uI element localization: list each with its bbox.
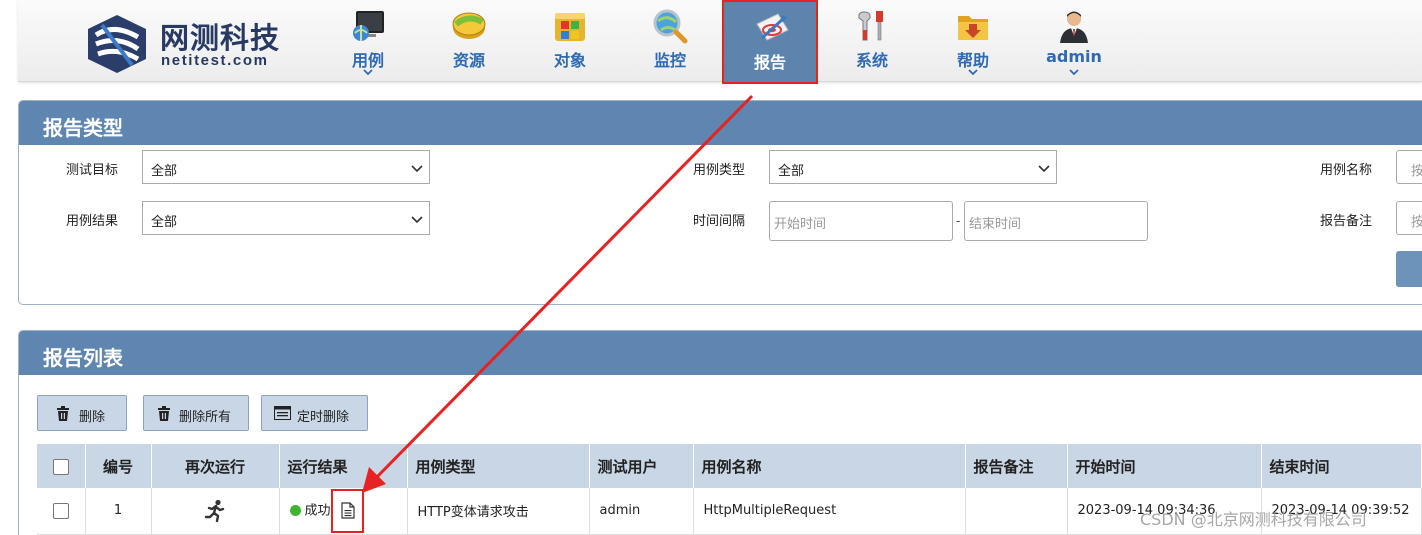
- report-note-placeholder: 按: [1411, 215, 1422, 230]
- chevron-down-icon: [411, 165, 423, 173]
- row-checkbox[interactable]: [52, 502, 69, 519]
- time-range-label: 时间间隔: [693, 214, 746, 229]
- magnifier-globe-icon: [653, 9, 688, 44]
- case-name-cell: HttpMultipleRequest: [693, 488, 966, 535]
- end-time-input[interactable]: 结束时间: [964, 201, 1148, 241]
- column-header[interactable]: 再次运行: [151, 444, 280, 488]
- column-header[interactable]: 测试用户: [589, 444, 694, 488]
- report-list-title: 报告列表: [19, 331, 1422, 375]
- column-header[interactable]: 开始时间: [1067, 444, 1262, 488]
- nav-item-reports[interactable]: 报告: [722, 0, 818, 84]
- delete-all-button[interactable]: 删除所有: [143, 395, 249, 431]
- report-target-icon: [756, 13, 789, 41]
- nav-item-objects[interactable]: 对象: [522, 0, 618, 84]
- scheduled-delete-label: 定时删除: [297, 410, 350, 425]
- select-all-checkbox[interactable]: [52, 458, 69, 475]
- user-cell: admin: [589, 488, 694, 535]
- chevron-down-icon: [968, 69, 978, 76]
- note-cell: [965, 488, 1068, 535]
- brand-logo[interactable]: 网测科技 netitest.com: [84, 13, 284, 75]
- netitest-logo-icon: [88, 15, 146, 73]
- run-result-cell: 成功: [279, 488, 408, 535]
- view-report-button[interactable]: [330, 488, 364, 533]
- nav-label-monitor: 监控: [653, 51, 686, 70]
- chevron-down-icon: [1038, 165, 1050, 173]
- row-select-cell: [37, 488, 86, 535]
- column-header[interactable]: 用例名称: [693, 444, 966, 488]
- help-folder-icon: [958, 16, 988, 40]
- brand-name-en: netitest.com: [161, 52, 269, 69]
- query-button[interactable]: [1396, 251, 1422, 287]
- watermark: CSDN @北京网测科技有限公司: [1140, 510, 1367, 529]
- nav-item-monitor[interactable]: 监控: [622, 0, 718, 84]
- windows-box-icon: [555, 13, 585, 41]
- column-header[interactable]: 运行结果: [279, 444, 408, 488]
- case-type-value: 全部: [778, 164, 805, 179]
- test-target-label: 测试目标: [66, 163, 119, 178]
- case-type-cell: HTTP变体请求攻击: [407, 488, 590, 535]
- monitor-globe-icon: [353, 11, 384, 41]
- top-navigation-bar: 网测科技 netitest.com 用例 资源 对象 监控 报告 系统 帮助 a…: [18, 0, 1422, 84]
- report-list-panel: 报告列表 删除 删除所有 定时删除 编号 再次运行 运行结果 用例类型 测试用户…: [18, 330, 1422, 535]
- trash-icon: [158, 406, 170, 421]
- report-note-label: 报告备注: [1320, 214, 1373, 229]
- chevron-down-icon: [411, 216, 423, 224]
- case-name-label: 用例名称: [1320, 163, 1373, 178]
- success-dot-icon: [289, 505, 301, 517]
- trash-icon: [57, 406, 69, 421]
- case-result-select[interactable]: 全部: [142, 201, 430, 235]
- row-id: 1: [85, 488, 152, 535]
- column-header[interactable]: 编号: [85, 444, 152, 488]
- delete-all-label: 删除所有: [179, 410, 232, 425]
- chevron-down-icon: [363, 69, 373, 76]
- delete-button[interactable]: 删除: [37, 395, 127, 431]
- nav-label-reports: 报告: [753, 53, 786, 72]
- column-header[interactable]: 报告备注: [965, 444, 1068, 488]
- case-result-label: 用例结果: [66, 214, 119, 229]
- case-result-value: 全部: [151, 215, 178, 230]
- start-time-input[interactable]: 开始时间: [769, 201, 953, 241]
- run-again-icon[interactable]: [203, 499, 227, 523]
- delete-label: 删除: [79, 410, 106, 425]
- test-target-value: 全部: [151, 164, 178, 179]
- column-header[interactable]: 用例类型: [407, 444, 590, 488]
- app-root: 网测科技 netitest.com 用例 资源 对象 监控 报告 系统 帮助 a…: [0, 0, 1422, 535]
- tools-icon: [858, 11, 883, 41]
- coins-icon: [452, 12, 486, 39]
- end-time-placeholder: 结束时间: [969, 217, 1022, 232]
- document-icon: [340, 502, 355, 519]
- table-header-row: 编号 再次运行 运行结果 用例类型 测试用户 用例名称 报告备注 开始时间 结束…: [37, 444, 1422, 488]
- list-schedule-icon: [274, 406, 291, 420]
- time-range-separator: -: [956, 213, 961, 228]
- nav-label-resources: 资源: [452, 51, 485, 70]
- case-name-input[interactable]: 按: [1396, 150, 1422, 184]
- run-result-text: 成功: [304, 503, 331, 519]
- chevron-down-icon: [1069, 69, 1079, 76]
- nav-item-user[interactable]: admin: [1026, 0, 1122, 84]
- rerun-cell: [151, 488, 280, 535]
- nav-item-help[interactable]: 帮助: [925, 0, 1021, 84]
- case-name-placeholder: 按: [1411, 164, 1422, 179]
- test-target-select[interactable]: 全部: [142, 150, 430, 184]
- nav-item-cases[interactable]: 用例: [320, 0, 416, 84]
- report-type-panel: 报告类型 测试目标 全部 用例类型 全部 用例名称 按 用例结果 全部 时间间隔…: [18, 100, 1422, 305]
- nav-item-system[interactable]: 系统: [824, 0, 920, 84]
- user-avatar-icon: [1060, 11, 1088, 43]
- scheduled-delete-button[interactable]: 定时删除: [261, 395, 368, 431]
- report-type-title: 报告类型: [19, 101, 1422, 145]
- case-type-label: 用例类型: [693, 163, 746, 178]
- case-type-select[interactable]: 全部: [769, 150, 1057, 184]
- nav-label-user: admin: [1046, 47, 1102, 66]
- start-time-placeholder: 开始时间: [774, 217, 827, 232]
- brand-name-cn: 网测科技: [160, 21, 281, 55]
- column-header[interactable]: 结束时间: [1261, 444, 1422, 488]
- nav-label-system: 系统: [855, 51, 888, 70]
- report-note-input[interactable]: 按: [1396, 201, 1422, 235]
- select-all-cell: [37, 444, 86, 488]
- nav-item-resources[interactable]: 资源: [421, 0, 517, 84]
- nav-label-objects: 对象: [553, 51, 586, 70]
